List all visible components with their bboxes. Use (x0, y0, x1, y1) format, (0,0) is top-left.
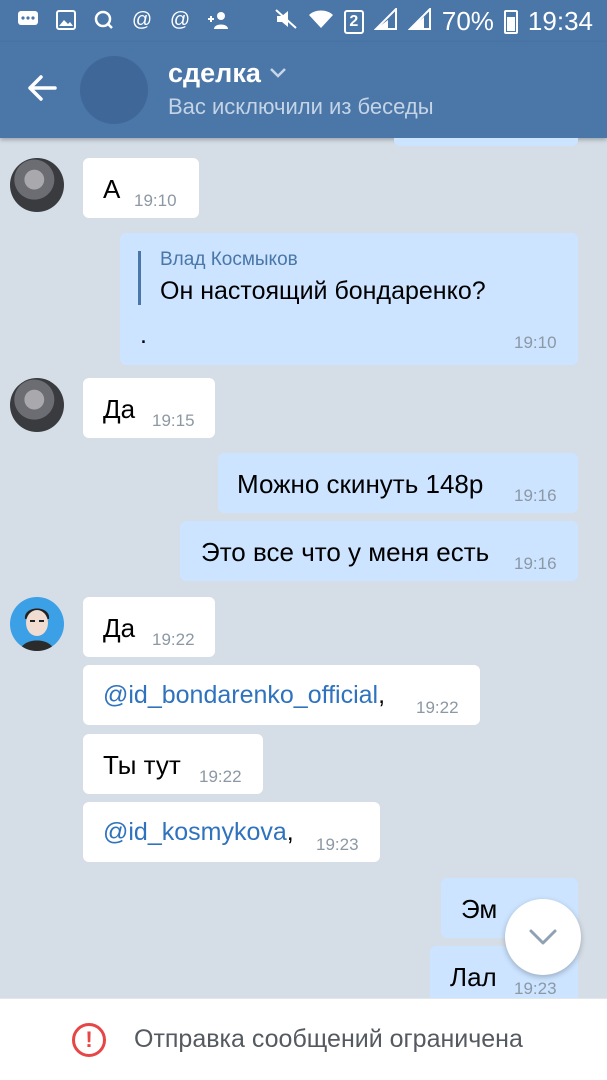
message-list[interactable]: А 19:10 Влад Космыков Он настоящий бонда… (0, 138, 607, 1000)
reply-author: Влад Космыков (160, 249, 298, 270)
at-icon: @ (131, 8, 153, 31)
status-bar: @ @ 2 70% 19:34 (0, 0, 607, 42)
message-time: 19:16 (514, 486, 557, 505)
battery-percent: 70% (441, 6, 494, 36)
chat-title[interactable]: сделка (168, 58, 287, 89)
message-time: 19:23 (514, 979, 557, 998)
chat-avatar[interactable] (80, 56, 148, 124)
signal-icon (407, 6, 432, 37)
message-bubble[interactable]: А 19:10 (83, 158, 199, 218)
message-bubble[interactable]: @id_kosmykova, 19:23 (83, 802, 380, 862)
message-text: А (103, 174, 121, 204)
chat-icon (16, 8, 40, 32)
message-bubble[interactable]: Ты тут 19:22 (83, 734, 263, 794)
arrow-left-icon (28, 75, 57, 101)
mute-icon (274, 6, 298, 37)
warning-icon: ! (72, 1023, 106, 1057)
message-text: , (378, 681, 386, 709)
message-time: 19:23 (316, 835, 359, 854)
message-text: Ты тут (103, 750, 181, 780)
sim-badge: 2 (343, 9, 364, 34)
message-text: . (140, 321, 147, 349)
message-bubble[interactable]: @id_bondarenko_official, 19:22 (83, 665, 480, 725)
message-bubble[interactable]: Это все что у меня есть 19:16 (180, 521, 578, 581)
avatar[interactable] (10, 597, 64, 651)
image-icon (54, 8, 78, 32)
message-time: 19:10 (134, 191, 177, 210)
message-time: 19:16 (514, 554, 557, 573)
message-time: 19:22 (199, 767, 242, 786)
chevron-down-icon (269, 63, 287, 84)
reply-text: Он настоящий бондаренко? (160, 277, 486, 305)
message-bubble[interactable]: Да 19:22 (83, 597, 215, 657)
message-text: Да (103, 613, 136, 643)
q-icon (92, 8, 116, 32)
reply-bar (138, 251, 141, 305)
message-text: Лал (450, 962, 497, 992)
avatar[interactable] (10, 158, 64, 212)
mention-link[interactable]: @id_kosmykova (103, 818, 287, 846)
message-text: Это все что у меня есть (201, 537, 490, 567)
at-icon: @ (169, 8, 191, 31)
message-bubble[interactable]: Влад Космыков Он настоящий бондаренко? .… (120, 233, 578, 365)
add-person-icon (206, 8, 230, 32)
message-text: Эм (461, 894, 498, 924)
message-time: 19:22 (152, 630, 195, 649)
message-time: 19:10 (514, 333, 557, 352)
message-text: Можно скинуть 148р (237, 469, 484, 499)
chat-header: сделка Вас исключили из беседы (0, 42, 607, 138)
partial-message-bubble (394, 138, 578, 146)
clock: 19:34 (527, 6, 593, 36)
battery-icon (503, 9, 518, 34)
restriction-text: Отправка сообщений ограничена (134, 1025, 523, 1053)
chevron-down-icon (529, 929, 557, 945)
chat-title-text: сделка (168, 58, 261, 88)
composer-restricted-bar: ! Отправка сообщений ограничена (0, 998, 607, 1080)
signal-icon (373, 6, 398, 37)
message-time: 19:15 (152, 411, 195, 430)
message-bubble[interactable]: Можно скинуть 148р 19:16 (218, 453, 578, 513)
message-bubble[interactable]: Да 19:15 (83, 378, 215, 438)
message-time: 19:22 (416, 698, 459, 717)
scroll-down-button[interactable] (505, 899, 581, 975)
message-text: Да (103, 394, 136, 424)
wifi-icon (308, 6, 334, 37)
back-button[interactable] (18, 64, 66, 112)
message-text: , (286, 818, 294, 846)
mention-link[interactable]: @id_bondarenko_official (103, 681, 378, 709)
chat-subtitle: Вас исключили из беседы (168, 94, 434, 119)
avatar[interactable] (10, 378, 64, 432)
